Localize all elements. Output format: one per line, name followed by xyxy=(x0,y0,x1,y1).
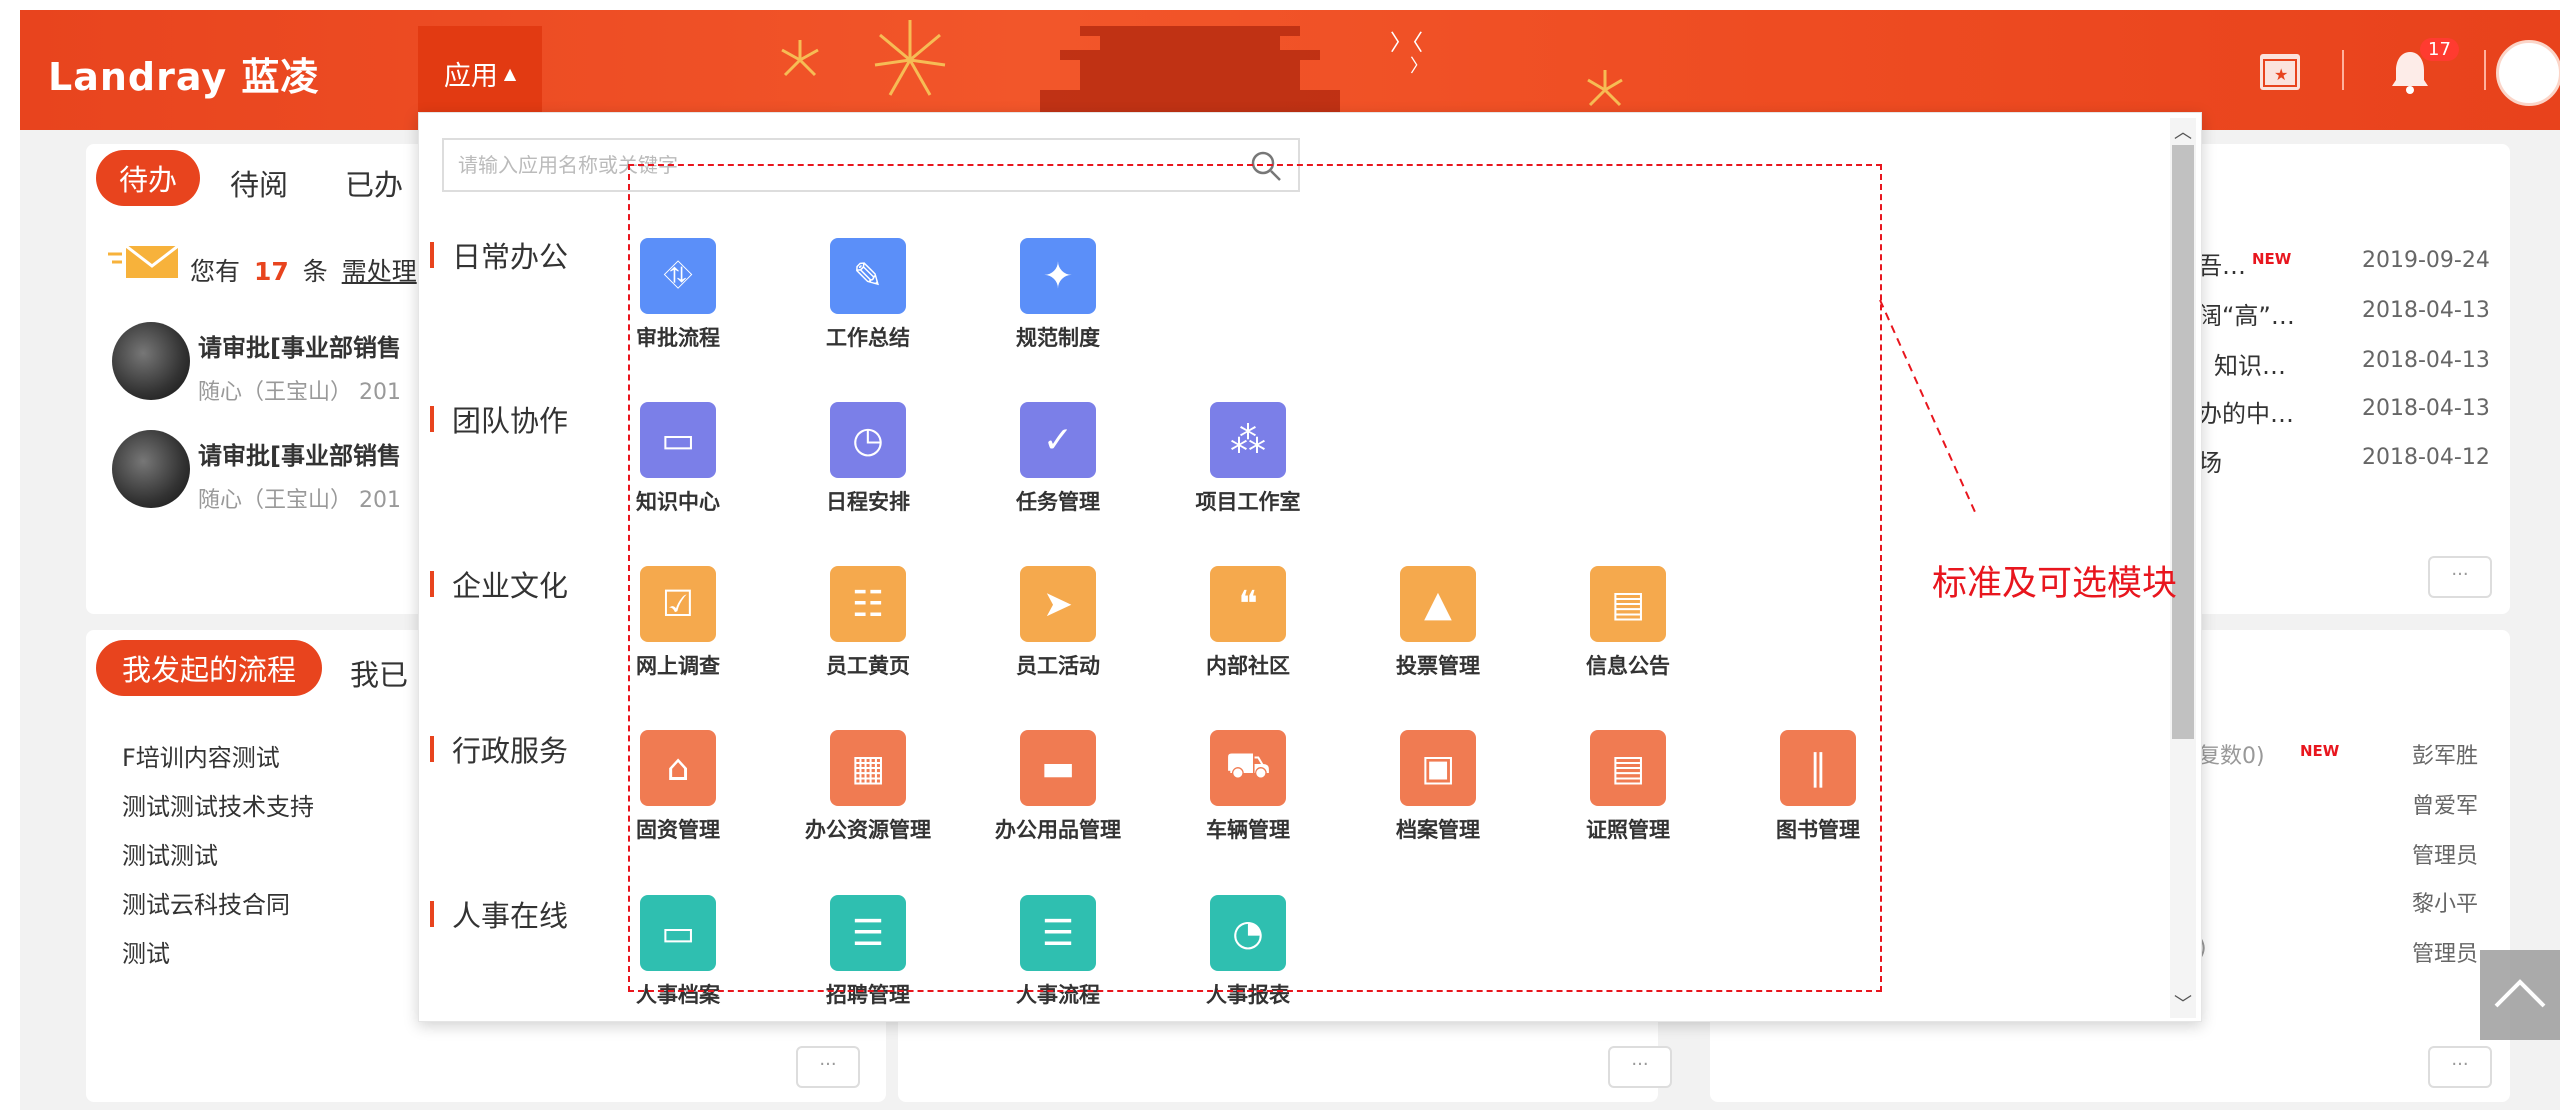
flow-item[interactable]: 测试云科技合同 xyxy=(122,885,290,920)
news-item-date: 2019-09-24 xyxy=(2362,248,2490,273)
category-admin[interactable]: 行政服务 xyxy=(430,728,568,770)
flow-item[interactable]: F培训内容测试 xyxy=(122,738,280,773)
tab-my-handled-flows[interactable]: 我已 xyxy=(350,652,408,694)
news-item-title[interactable]: 知识… xyxy=(2214,346,2286,381)
annotation-label: 标准及可选模块 xyxy=(1932,564,2178,604)
mail-icon xyxy=(108,244,179,278)
avatar xyxy=(112,322,190,400)
list-item-person: 曾爱军 xyxy=(2412,794,2479,819)
favorite-icon[interactable]: ★ xyxy=(2260,54,2300,90)
svg-text:〉: 〉 xyxy=(1410,56,1428,77)
category-daily-office[interactable]: 日常办公 xyxy=(430,234,568,276)
news-item-date: 2018-04-12 xyxy=(2362,445,2490,470)
tab-toread[interactable]: 待阅 xyxy=(230,162,288,204)
news-item-date: 2018-04-13 xyxy=(2362,298,2490,323)
scrollbar-thumb[interactable] xyxy=(2172,145,2194,739)
new-badge: NEW xyxy=(2252,250,2292,268)
category-hr[interactable]: 人事在线 xyxy=(430,893,568,935)
list-item-person: 管理员 xyxy=(2412,942,2479,967)
caret-up-icon: ▲ xyxy=(503,63,517,83)
category-label: 企业文化 xyxy=(452,569,569,603)
category-label: 日常办公 xyxy=(452,240,569,274)
flow-item[interactable]: 测试 xyxy=(122,934,170,969)
category-label: 团队协作 xyxy=(452,404,569,438)
news-item-title[interactable]: 吾… xyxy=(2198,246,2246,281)
flow-item[interactable]: 测试测试 xyxy=(122,836,218,871)
more-button[interactable]: ··· xyxy=(1608,1046,1672,1088)
summary-mid: 条 xyxy=(302,257,328,286)
todo-item-title[interactable]: 请审批[事业部销售 xyxy=(198,436,401,471)
list-item-person: 管理员 xyxy=(2412,844,2479,869)
list-item-title[interactable]: 复数0) xyxy=(2198,738,2265,770)
tab-done[interactable]: 已办 xyxy=(345,162,403,204)
todo-pending-link[interactable]: 需处理 xyxy=(342,257,417,286)
notification-badge: 17 xyxy=(2420,38,2459,61)
chevron-up-icon xyxy=(2494,979,2546,1008)
tab-todo[interactable]: 待办 xyxy=(96,150,200,206)
summary-prefix: 您有 xyxy=(190,257,241,286)
list-item-person: 黎小平 xyxy=(2412,892,2479,917)
news-item-date: 2018-04-13 xyxy=(2362,348,2490,373)
landray-logo[interactable]: Landray 蓝凌 xyxy=(48,46,319,101)
header-divider xyxy=(2342,50,2344,90)
user-avatar[interactable] xyxy=(2496,40,2560,106)
category-culture[interactable]: 企业文化 xyxy=(430,563,568,605)
todo-item-meta: 随心（王宝山） 201 xyxy=(198,488,401,513)
list-item-person: 彭军胜 xyxy=(2412,744,2479,769)
todo-summary: 您有 17 条 需处理 xyxy=(190,252,417,288)
svg-text:★: ★ xyxy=(2274,65,2288,84)
scroll-down-icon[interactable]: ﹀ xyxy=(2174,990,2192,1016)
more-button[interactable]: ··· xyxy=(2428,1046,2492,1088)
new-badge: NEW xyxy=(2300,742,2340,760)
annotation-dashed-box xyxy=(628,164,1882,992)
header-decoration: 〉〈〉 xyxy=(781,20,1623,120)
news-item-date: 2018-04-13 xyxy=(2362,396,2490,421)
avatar xyxy=(112,430,190,508)
scroll-up-icon[interactable]: ︿ xyxy=(2174,118,2192,144)
news-item-title[interactable]: 办的中… xyxy=(2198,394,2294,429)
app-menu-button[interactable]: 应用 ▲ xyxy=(418,26,542,120)
category-label: 人事在线 xyxy=(452,899,569,933)
back-to-top-button[interactable] xyxy=(2480,950,2560,1040)
todo-item-title[interactable]: 请审批[事业部销售 xyxy=(198,328,401,363)
news-item-title[interactable]: 阔“高”… xyxy=(2198,296,2295,331)
todo-item-meta: 随心（王宝山） 201 xyxy=(198,380,401,405)
more-button[interactable]: ··· xyxy=(2428,556,2492,598)
more-button[interactable]: ··· xyxy=(796,1046,860,1088)
category-team-collab[interactable]: 团队协作 xyxy=(430,398,568,440)
header-divider xyxy=(2484,50,2486,90)
todo-count: 17 xyxy=(253,257,289,286)
flow-item[interactable]: 测试测试技术支持 xyxy=(122,787,314,822)
app-menu-label: 应用 xyxy=(443,60,498,92)
category-label: 行政服务 xyxy=(452,734,569,768)
svg-text:〉〈: 〉〈 xyxy=(1390,31,1423,56)
tab-my-started-flows[interactable]: 我发起的流程 xyxy=(96,640,322,696)
